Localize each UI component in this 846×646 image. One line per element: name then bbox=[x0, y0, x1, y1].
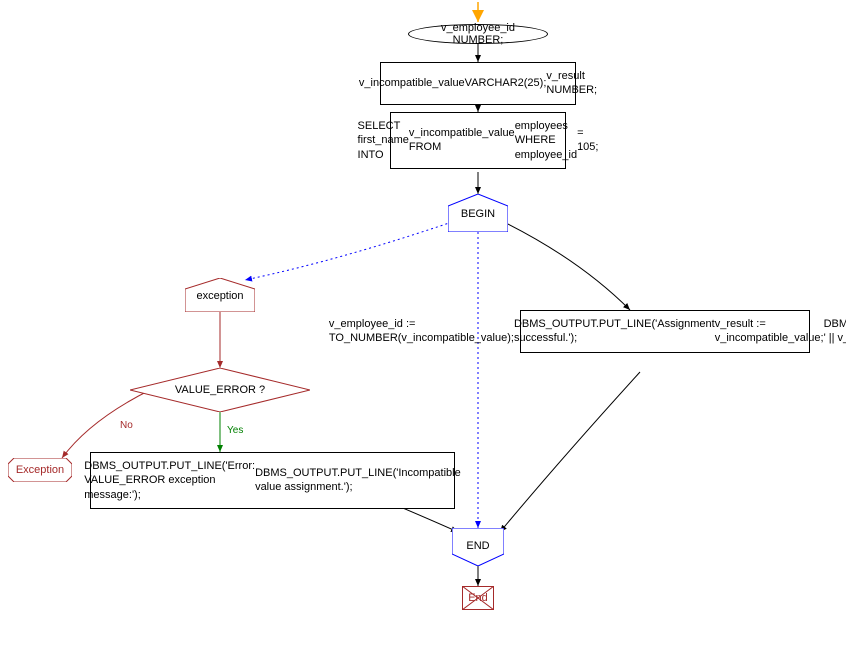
try-line3: v_result := v_incompatible_value; bbox=[715, 317, 824, 346]
select-line3: employees WHERE employee_id bbox=[515, 119, 577, 162]
decl-vars-line1: v_incompatible_valueVARCHAR2(25); bbox=[359, 76, 547, 90]
error-line1: DBMS_OUTPUT.PUT_LINE('Error: VALUE_ERROR… bbox=[84, 459, 255, 502]
select-line4: = 105; bbox=[577, 126, 598, 155]
yes-edge-label: Yes bbox=[225, 425, 245, 436]
decl-employee-id-text: v_employee_id NUMBER; bbox=[417, 22, 539, 46]
decl-employee-id-node: v_employee_id NUMBER; bbox=[408, 24, 548, 44]
exception-terminal-node: Exception bbox=[8, 458, 72, 482]
value-error-label: VALUE_ERROR ? bbox=[175, 384, 265, 396]
end-terminal-label: End bbox=[468, 592, 488, 604]
select-line1: SELECT first_name INTO bbox=[358, 119, 409, 162]
error-output-node: DBMS_OUTPUT.PUT_LINE('Error: VALUE_ERROR… bbox=[90, 452, 455, 509]
select-stmt-node: SELECT first_name INTO v_incompatible_va… bbox=[390, 112, 566, 169]
exception-terminal-label: Exception bbox=[16, 464, 64, 476]
try-line2: DBMS_OUTPUT.PUT_LINE('Assignment success… bbox=[514, 317, 715, 346]
end-terminal-node: End bbox=[462, 586, 494, 610]
value-error-decision: VALUE_ERROR ? bbox=[130, 368, 310, 412]
try-block-node: v_employee_id := TO_NUMBER(v_incompatibl… bbox=[520, 310, 810, 353]
begin-label: BEGIN bbox=[461, 208, 495, 220]
begin-node: BEGIN bbox=[448, 194, 508, 232]
select-line2: v_incompatible_value FROM bbox=[409, 126, 515, 155]
decl-vars-line2: v_result NUMBER; bbox=[546, 69, 597, 98]
decl-vars-node: v_incompatible_valueVARCHAR2(25); v_resu… bbox=[380, 62, 576, 105]
exception-label: exception bbox=[196, 290, 243, 302]
end-block-node: END bbox=[452, 528, 504, 566]
try-line4: DBMS_OUTPUT.PUT_LINE('Result: ' || v_res… bbox=[824, 317, 846, 346]
no-edge-label: No bbox=[118, 420, 135, 431]
exception-node: exception bbox=[185, 278, 255, 312]
error-line2: DBMS_OUTPUT.PUT_LINE('Incompatible value… bbox=[255, 466, 461, 495]
end-block-label: END bbox=[466, 540, 489, 552]
try-line1: v_employee_id := TO_NUMBER(v_incompatibl… bbox=[329, 317, 514, 346]
